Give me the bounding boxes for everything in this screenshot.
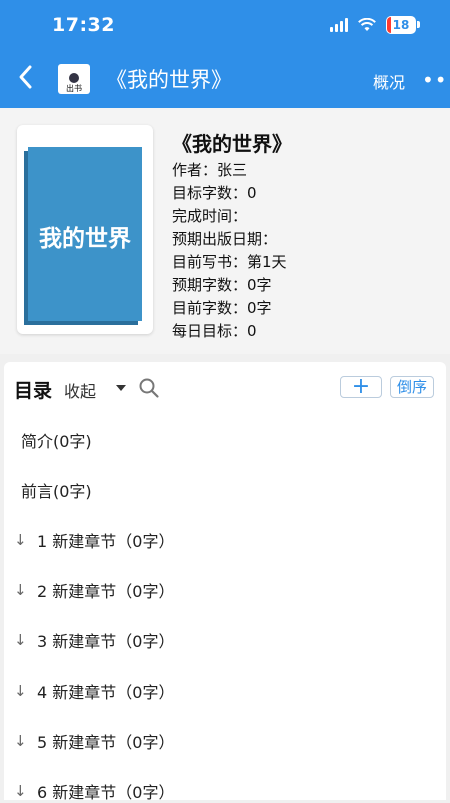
book-cover-frame[interactable]: 我的世界: [17, 125, 153, 334]
add-chapter-button[interactable]: +: [340, 376, 382, 398]
meta-current-words: 目前字数：0字: [172, 299, 272, 317]
arrow-down-icon: ↓: [14, 682, 27, 700]
chapter-item[interactable]: ↓ 5 新建章节（0字）: [14, 729, 174, 753]
chapter-label: 2 新建章节（0字）: [37, 582, 175, 601]
logo-text: 出书: [66, 84, 82, 93]
wifi-icon: [358, 18, 376, 31]
collapse-button[interactable]: 收起: [64, 378, 96, 402]
logo-avatar-icon: [69, 73, 79, 83]
chapter-item[interactable]: ↓ 3 新建章节（0字）: [14, 628, 174, 652]
caret-down-icon[interactable]: [116, 385, 126, 391]
chapter-item[interactable]: ↓ 2 新建章节（0字）: [14, 578, 174, 602]
meta-writing-day: 目前写书：第1天: [172, 253, 287, 271]
arrow-down-icon: ↓: [14, 732, 27, 750]
chapter-label: 4 新建章节（0字）: [37, 683, 175, 702]
battery-level: 18: [392, 18, 410, 32]
back-chevron-icon[interactable]: [14, 62, 38, 92]
overview-button[interactable]: 概况: [373, 69, 405, 93]
chapter-item[interactable]: ↓ 6 新建章节（0字）: [14, 779, 174, 803]
chapter-label: 1 新建章节（0字）: [37, 532, 175, 551]
toc-item-preface[interactable]: 前言(0字): [21, 478, 92, 502]
cover-title: 我的世界: [39, 226, 131, 252]
battery-icon: 18: [386, 16, 420, 34]
search-icon[interactable]: [138, 377, 160, 399]
book-cover: 我的世界: [28, 147, 142, 321]
meta-publish-date: 预期出版日期：: [172, 230, 278, 248]
chapter-item[interactable]: ↓ 1 新建章节（0字）: [14, 528, 174, 552]
arrow-down-icon: ↓: [14, 631, 27, 649]
chapter-item[interactable]: ↓ 4 新建章节（0字）: [14, 679, 174, 703]
more-icon[interactable]: •••: [422, 68, 450, 92]
chapter-label: 5 新建章节（0字）: [37, 733, 175, 752]
chapter-label: 3 新建章节（0字）: [37, 632, 175, 651]
toc-panel: 目录 收起 + 倒序 简介(0字) 前言(0字) ↓ 1 新建章节（0字） ↓ …: [4, 362, 446, 803]
meta-daily-goal: 每日目标：0: [172, 322, 257, 340]
meta-expected-words: 预期字数：0字: [172, 276, 272, 294]
reverse-order-button[interactable]: 倒序: [390, 376, 434, 398]
arrow-down-icon: ↓: [14, 581, 27, 599]
meta-author: 作者：张三: [172, 161, 248, 179]
meta-finish-time: 完成时间：: [172, 207, 248, 225]
meta-target-words: 目标字数：0: [172, 184, 257, 202]
status-time: 17:32: [52, 14, 115, 36]
arrow-down-icon: ↓: [14, 531, 27, 549]
top-bar: 17:32 18 出书 《我的世界》 概况 •••: [0, 0, 450, 108]
toc-item-intro[interactable]: 简介(0字): [21, 428, 92, 452]
chapter-label: 6 新建章节（0字）: [37, 783, 175, 802]
status-icons: 18: [330, 16, 420, 34]
arrow-down-icon: ↓: [14, 782, 27, 800]
toc-heading: 目录: [14, 380, 53, 402]
signal-icon: [330, 18, 348, 32]
app-logo: 出书: [58, 64, 90, 94]
book-title: 《我的世界》: [172, 132, 292, 156]
nav-title: 《我的世界》: [106, 68, 232, 92]
